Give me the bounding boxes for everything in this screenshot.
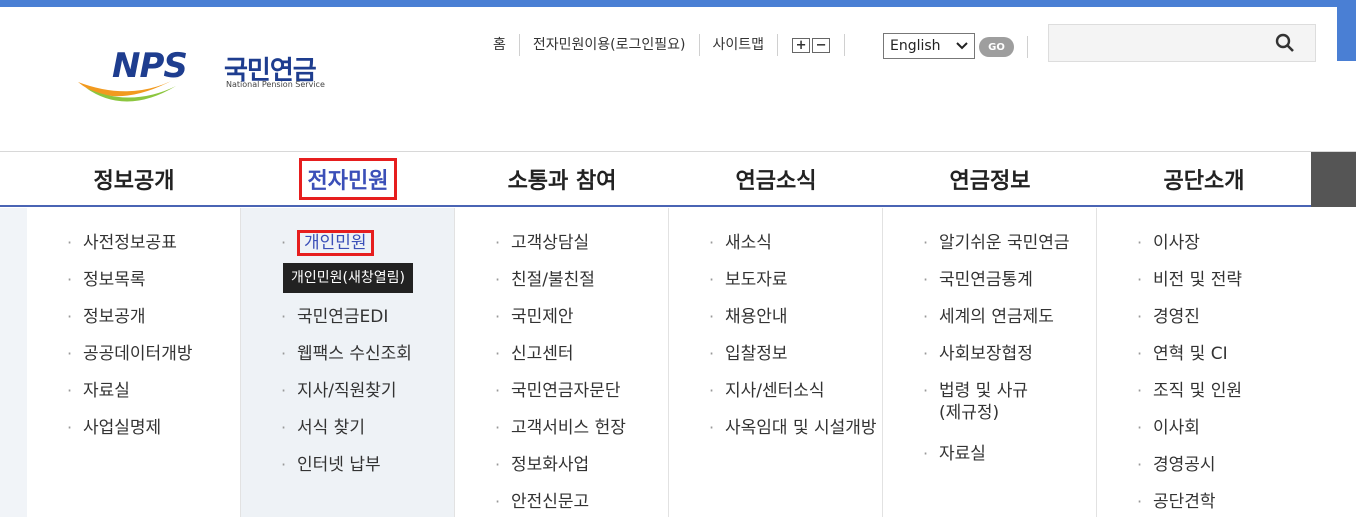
submenu-item[interactable]: 비전 및 전략 (1137, 269, 1242, 306)
gnb-label: 연금정보 (949, 169, 1031, 194)
submenu-item[interactable]: 지사/직원찾기 (281, 380, 412, 417)
submenu-item[interactable]: 국민연금자문단 (495, 380, 626, 417)
submenu-item[interactable]: 고객상담실 (495, 232, 626, 269)
submenu-col-e-civil: 개인민원 국민연금EDI 웹팩스 수신조회 지사/직원찾기 서식 찾기 인터넷 … (241, 208, 455, 517)
submenu-item[interactable]: 조직 및 인원 (1137, 380, 1242, 417)
submenu-item[interactable]: 안전신문고 (495, 491, 626, 517)
submenu-item[interactable]: 연혁 및 CI (1137, 343, 1242, 380)
gnb-side-block (1311, 152, 1356, 207)
logo-abbr: NPS (112, 46, 188, 86)
gnb-label: 소통과 참여 (507, 169, 617, 194)
submenu-col-info: 사전정보공표 정보목록 정보공개 공공데이터개방 자료실 사업실명제 (27, 208, 241, 517)
submenu-item[interactable]: 알기쉬운 국민연금 (923, 232, 1083, 269)
submenu-item[interactable]: 사회보장협정 (923, 343, 1083, 380)
tooltip: 개인민원(새창열림) (283, 263, 413, 293)
search-input[interactable] (1048, 24, 1316, 62)
logo-name-en: National Pension Service (226, 80, 325, 89)
top-right-accent (1337, 7, 1356, 61)
submenu-col-pension-info: 알기쉬운 국민연금 국민연금통계 세계의 연금제도 사회보장협정 법령 및 사규… (883, 208, 1097, 517)
utility-nav: 홈 전자민원이용(로그인필요) 사이트맵 + − (480, 32, 846, 58)
submenu-item[interactable]: 이사장 (1137, 232, 1242, 269)
submenu-item[interactable]: 인터넷 납부 (281, 454, 412, 491)
submenu-item[interactable]: 새소식 (709, 232, 877, 269)
e-civil-link[interactable]: 전자민원이용(로그인필요) (520, 34, 700, 56)
language-select[interactable]: English (883, 33, 975, 59)
submenu-item[interactable]: 공단견학 (1137, 491, 1242, 517)
submenu-item[interactable]: 법령 및 사규(제규정) (923, 380, 1033, 443)
mega-menu-gutter (0, 208, 27, 517)
gnb-label: 공단소개 (1163, 169, 1245, 194)
submenu-item[interactable]: 사전정보공표 (67, 232, 192, 269)
submenu-item[interactable]: 고객서비스 헌장 (495, 417, 626, 454)
gnb-label: 전자민원 (298, 158, 398, 200)
submenu-item[interactable]: 정보공개 (67, 306, 192, 343)
sitemap-link[interactable]: 사이트맵 (700, 34, 779, 56)
submenu-item[interactable]: 국민연금EDI (281, 306, 412, 343)
gnb-item-news[interactable]: 연금소식 (669, 152, 883, 206)
go-button[interactable]: GO (979, 37, 1014, 57)
search-icon[interactable] (1275, 33, 1295, 53)
submenu-item[interactable]: 입찰정보 (709, 343, 877, 380)
submenu-item[interactable]: 보도자료 (709, 269, 877, 306)
submenu-item[interactable]: 친절/불친절 (495, 269, 626, 306)
gnb-label: 정보공개 (93, 169, 175, 194)
submenu-item[interactable]: 정보목록 (67, 269, 192, 306)
home-link[interactable]: 홈 (480, 34, 520, 56)
top-accent-bar (0, 0, 1356, 7)
gnb-label: 연금소식 (735, 169, 817, 194)
submenu-item[interactable]: 정보화사업 (495, 454, 626, 491)
gnb-item-e-civil[interactable]: 전자민원 (241, 152, 455, 206)
submenu-item[interactable]: 서식 찾기 (281, 417, 412, 454)
submenu-item[interactable]: 웹팩스 수신조회 (281, 343, 412, 380)
gnb-item-about[interactable]: 공단소개 (1097, 152, 1311, 206)
submenu-item[interactable]: 신고센터 (495, 343, 626, 380)
submenu-col-news: 새소식 보도자료 채용안내 입찰정보 지사/센터소식 사옥임대 및 시설개방 (669, 208, 883, 517)
submenu-item[interactable]: 경영진 (1137, 306, 1242, 343)
submenu-item[interactable]: 사옥임대 및 시설개방 (709, 417, 877, 454)
mega-menu: 사전정보공표 정보목록 정보공개 공공데이터개방 자료실 사업실명제 개인민원 … (0, 208, 1356, 517)
submenu-item[interactable]: 국민제안 (495, 306, 626, 343)
gnb-item-communication[interactable]: 소통과 참여 (455, 152, 669, 206)
submenu-item[interactable]: 경영공시 (1137, 454, 1242, 491)
nps-logo[interactable]: NPS 국민연금 National Pension Service (76, 46, 326, 116)
submenu-item[interactable]: 지사/센터소식 (709, 380, 877, 417)
submenu-item[interactable]: 자료실 (923, 443, 1083, 480)
submenu-col-about: 이사장 비전 및 전략 경영진 연혁 및 CI 조직 및 인원 이사회 경영공시… (1097, 208, 1356, 517)
submenu-item-label: 개인민원 (297, 230, 374, 256)
submenu-item[interactable]: 세계의 연금제도 (923, 306, 1083, 343)
submenu-item[interactable]: 채용안내 (709, 306, 877, 343)
submenu-item[interactable]: 공공데이터개방 (67, 343, 192, 380)
submenu-item[interactable]: 국민연금통계 (923, 269, 1083, 306)
submenu-item[interactable]: 사업실명제 (67, 417, 192, 454)
gnb-item-info-disclosure[interactable]: 정보공개 (27, 152, 241, 206)
zoom-out-button[interactable]: − (812, 37, 831, 53)
submenu-item[interactable]: 이사회 (1137, 417, 1242, 454)
submenu-item[interactable]: 자료실 (67, 380, 192, 417)
chevron-down-icon (956, 42, 968, 50)
language-value: English (890, 38, 941, 54)
gnb-item-pension-info[interactable]: 연금정보 (883, 152, 1097, 206)
zoom-controls: + − (778, 34, 846, 56)
util-divider (1027, 36, 1028, 58)
submenu-col-communication: 고객상담실 친절/불친절 국민제안 신고센터 국민연금자문단 고객서비스 헌장 … (455, 208, 669, 517)
global-nav: 정보공개 전자민원 소통과 참여 연금소식 연금정보 공단소개 (0, 151, 1356, 207)
zoom-in-button[interactable]: + (792, 37, 811, 53)
